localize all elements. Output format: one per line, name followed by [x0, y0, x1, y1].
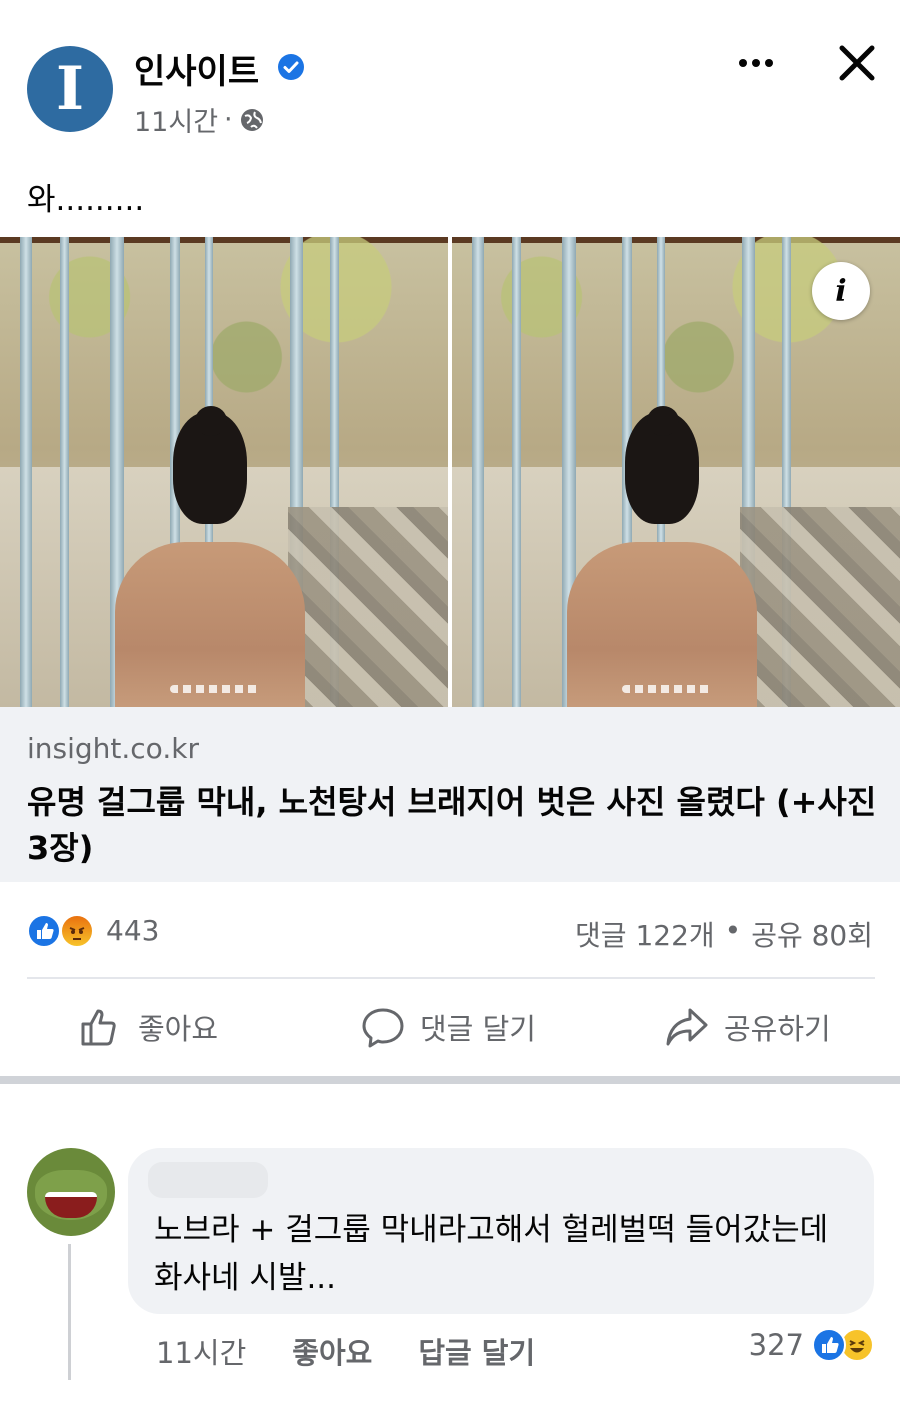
post-media[interactable]	[0, 237, 900, 707]
post-stats: 443 댓글 122개 • 공유 80회	[0, 900, 900, 962]
carousel-indicator	[170, 685, 260, 693]
comment-bubble: 노브라 + 걸그룹 막내라고해서 헐레벌떡 들어갔는데 화사네 시발...	[128, 1148, 874, 1314]
globe-icon	[239, 107, 265, 133]
comment-icon	[360, 1004, 406, 1050]
divider	[27, 977, 875, 979]
commenter-name-blurred[interactable]	[148, 1162, 268, 1198]
comment-reaction-count: 327	[748, 1328, 804, 1362]
like-button[interactable]: 좋아요	[78, 1004, 218, 1050]
page-name[interactable]: 인사이트	[134, 44, 259, 93]
link-preview-card[interactable]: insight.co.kr 유명 걸그룹 막내, 노천탕서 브래지어 벗은 사진…	[0, 707, 900, 882]
post-time[interactable]: 11시간	[134, 100, 218, 139]
logo-letter: I	[55, 54, 85, 124]
link-title[interactable]: 유명 걸그룹 막내, 노천탕서 브래지어 벗은 사진 올렸다 (+사진 3장)	[27, 779, 877, 871]
comment-text: 노브라 + 걸그룹 막내라고해서 헐레벌떡 들어갔는데 화사네 시발...	[154, 1212, 829, 1296]
person-figure	[567, 406, 757, 707]
commenter-avatar[interactable]	[27, 1148, 115, 1236]
person-figure	[115, 406, 305, 707]
comment-time[interactable]: 11시간	[156, 1330, 246, 1372]
comment-label: 댓글 달기	[420, 1012, 536, 1046]
close-icon[interactable]	[838, 44, 876, 82]
thumbs-up-icon	[78, 1004, 124, 1050]
comment-meta: 11시간 좋아요 답글 달기	[156, 1330, 581, 1372]
section-divider	[0, 1076, 900, 1084]
post-meta: 11시간 ·	[134, 100, 265, 139]
meta-separator: ·	[224, 104, 233, 135]
post-text: 와.........	[27, 182, 145, 218]
like-label: 좋아요	[138, 1012, 219, 1046]
page-logo[interactable]: I	[27, 46, 113, 132]
thread-line	[68, 1244, 71, 1380]
comment-button[interactable]: 댓글 달기	[360, 1004, 536, 1050]
angry-reaction-icon[interactable]	[60, 914, 94, 948]
link-domain: insight.co.kr	[27, 732, 199, 765]
comment-like-button[interactable]: 좋아요	[292, 1330, 372, 1372]
info-icon[interactable]: i	[812, 262, 870, 320]
comment-reactions[interactable]: 327	[749, 1328, 874, 1362]
like-reaction-icon[interactable]	[27, 914, 61, 948]
stats-dot: •	[724, 914, 742, 947]
share-icon	[664, 1004, 710, 1050]
post-actions: 좋아요 댓글 달기 공유하기	[0, 990, 900, 1070]
comment-count[interactable]: 댓글 122개	[575, 914, 715, 954]
like-reaction-icon	[812, 1328, 846, 1362]
share-label: 공유하기	[724, 1012, 831, 1046]
share-button[interactable]: 공유하기	[664, 1004, 831, 1050]
post-photo[interactable]	[0, 237, 448, 707]
comment-reply-button[interactable]: 답글 달기	[418, 1330, 535, 1372]
verified-badge-icon	[278, 54, 304, 80]
post-header: I 인사이트 11시간 ·	[0, 0, 900, 150]
stats-right: 댓글 122개 • 공유 80회	[575, 914, 873, 954]
share-count[interactable]: 공유 80회	[751, 914, 873, 954]
more-icon[interactable]	[736, 48, 776, 78]
reaction-count[interactable]: 443	[106, 914, 159, 947]
carousel-indicator	[622, 685, 712, 693]
